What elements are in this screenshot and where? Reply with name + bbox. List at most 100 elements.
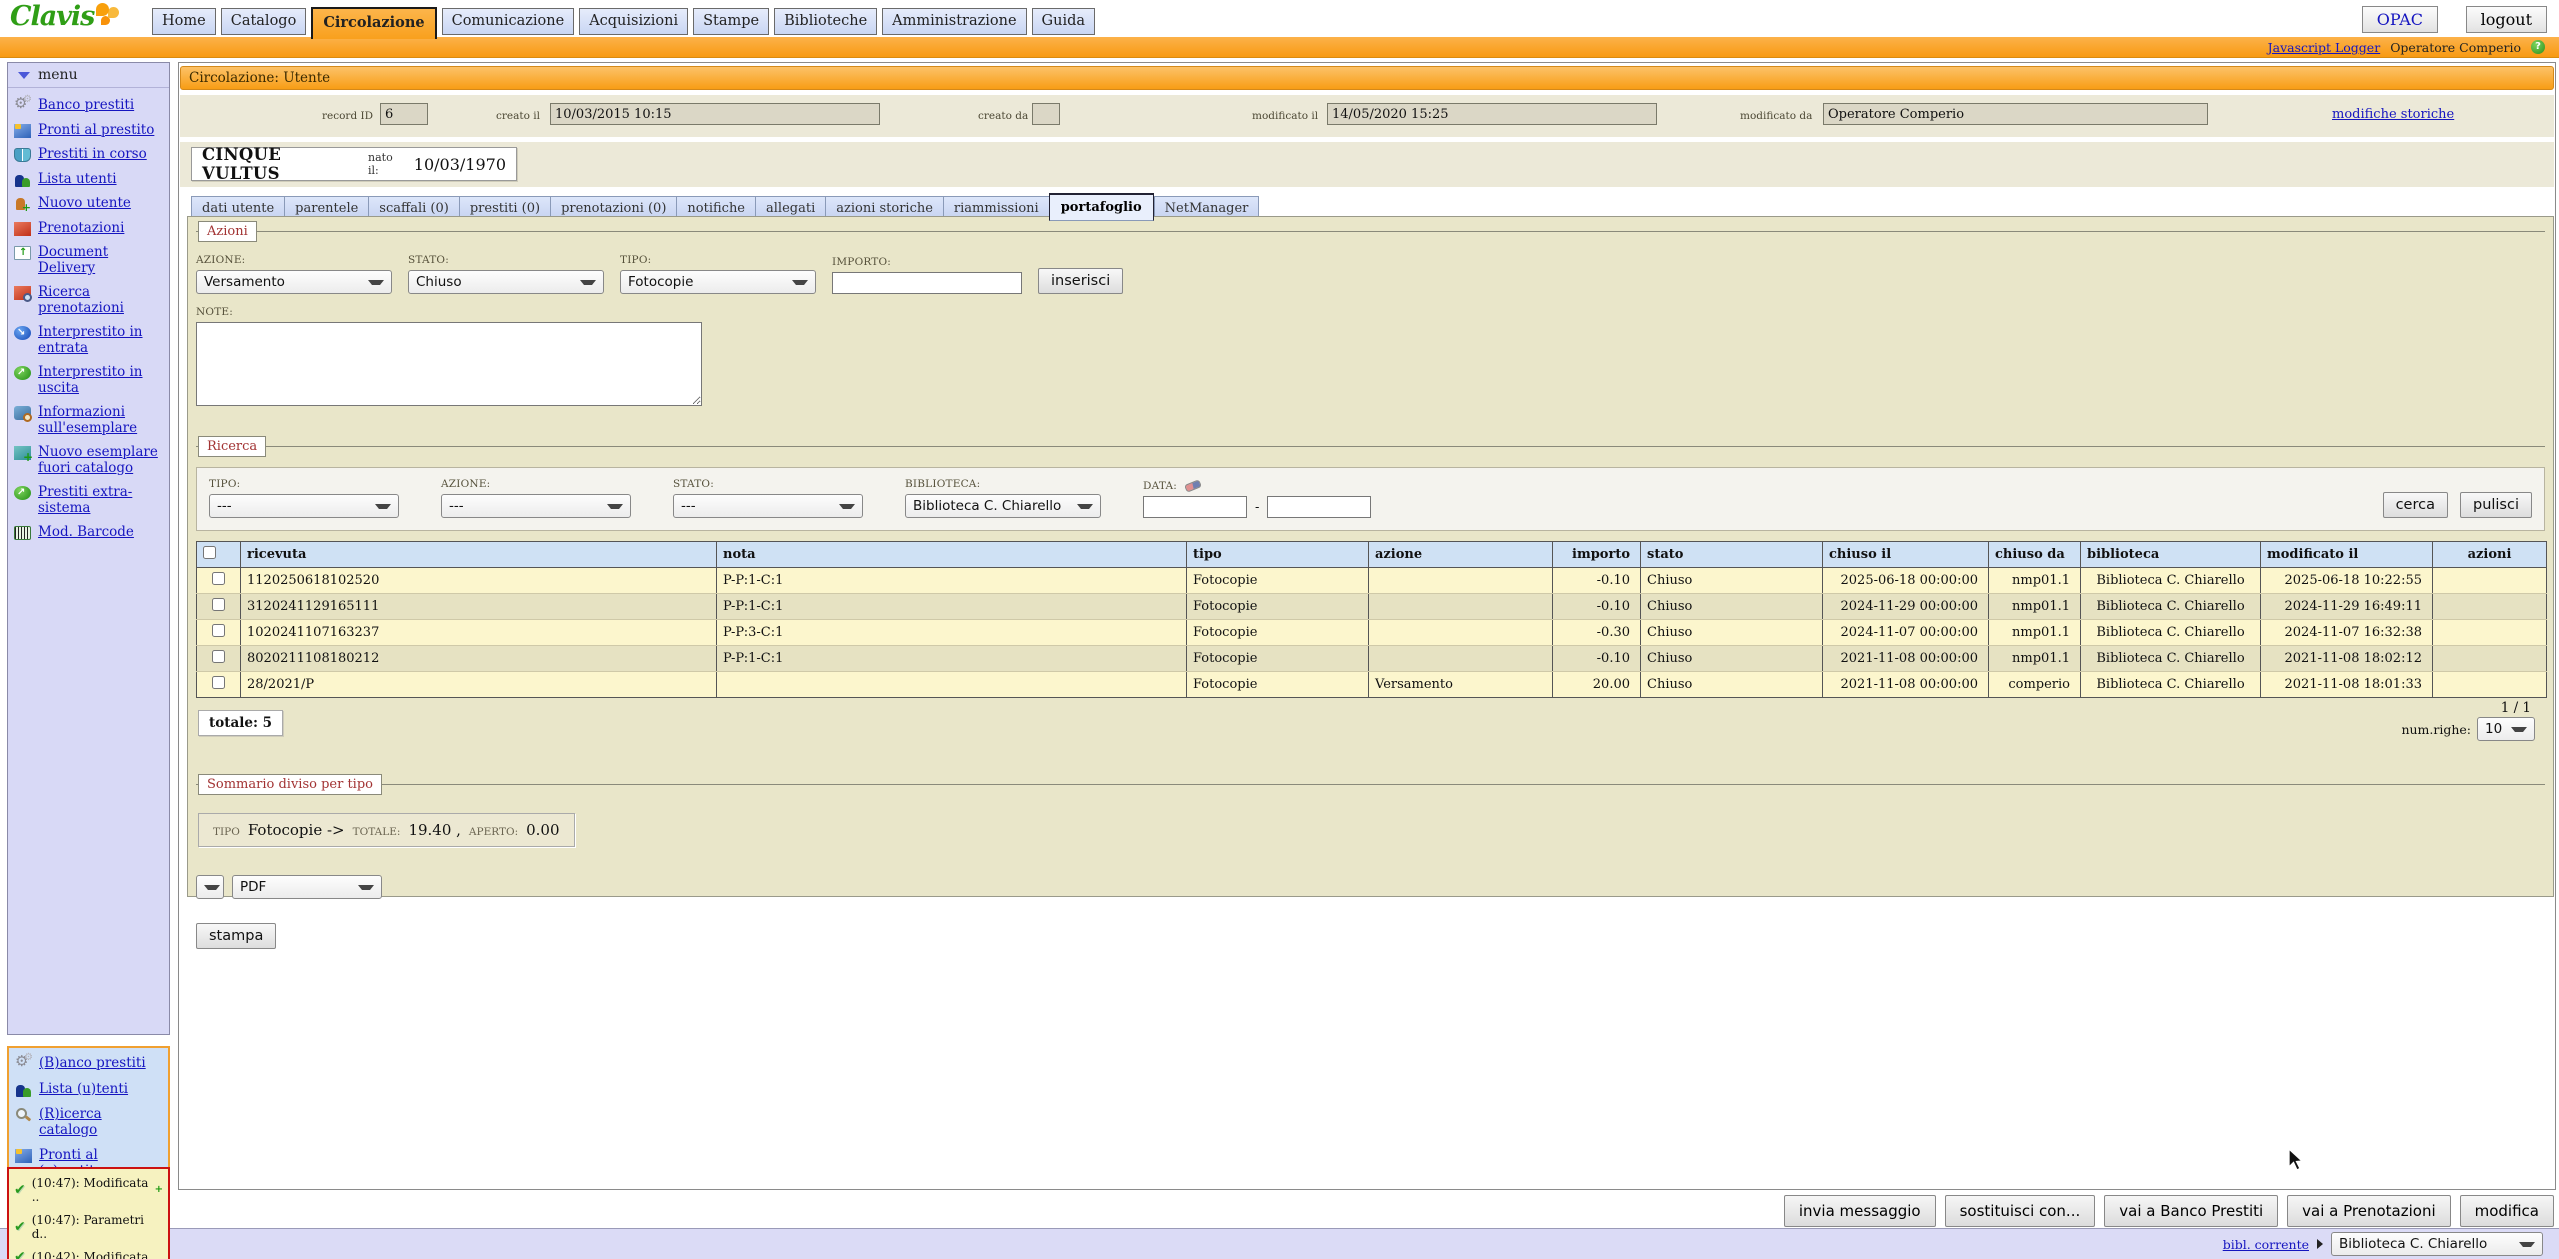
vai-a-banco-prestiti-button[interactable]: vai a Banco Prestiti (2104, 1195, 2278, 1227)
row-checkbox[interactable] (212, 598, 225, 611)
opac-button[interactable]: OPAC (2362, 6, 2438, 33)
inserisci-button[interactable]: inserisci (1038, 268, 1123, 294)
sidebar-menu-items: Banco prestiti Pronti al prestito Prestiti… (8, 88, 169, 541)
nav-tab-home[interactable]: Home (152, 8, 216, 35)
column-header-biblioteca[interactable]: biblioteca (2081, 542, 2261, 568)
column-header-ricevuta[interactable]: ricevuta (241, 542, 717, 568)
num-righe-select[interactable]: 10 (2477, 717, 2535, 741)
sommario-legend: Sommario diviso per tipo (198, 774, 382, 795)
cell-ricevuta: 3120241129165111 (241, 594, 717, 620)
row-checkbox[interactable] (212, 572, 225, 585)
column-header-chiuso-il[interactable]: chiuso il (1823, 542, 1989, 568)
record-id-field[interactable] (380, 103, 428, 125)
cell-azioni (2433, 594, 2547, 620)
sidebar-item-prestiti-in-corso[interactable]: Prestiti in corso (14, 147, 163, 163)
flower-icon (94, 3, 124, 29)
sidebar-item-label: Pronti al prestito (38, 123, 154, 139)
nav-tab-guida[interactable]: Guida (1032, 8, 1096, 35)
cell-chiuso-il: 2025-06-18 00:00:00 (1823, 568, 1989, 594)
nav-tab-acquisizioni[interactable]: Acquisizioni (579, 8, 688, 35)
nav-tab-comunicazione[interactable]: Comunicazione (442, 8, 575, 35)
creato-il-field[interactable] (550, 103, 880, 125)
column-header-nota[interactable]: nota (717, 542, 1187, 568)
user-add-icon (14, 197, 31, 211)
column-header-chiuso-da[interactable]: chiuso da (1989, 542, 2081, 568)
filtro-tipo-select[interactable]: --- (209, 494, 399, 518)
column-header-stato[interactable]: stato (1641, 542, 1823, 568)
invia-messaggio-button[interactable]: invia messaggio (1784, 1195, 1936, 1227)
sidebar-item-document-delivery[interactable]: Document Delivery (14, 245, 163, 276)
modifiche-storiche-link[interactable]: modifiche storiche (2332, 107, 2454, 122)
data-from-input[interactable] (1143, 496, 1247, 518)
column-header-azione[interactable]: azione (1369, 542, 1553, 568)
data-to-input[interactable] (1267, 496, 1371, 518)
sidebar-item-banco-prestiti[interactable]: Banco prestiti (14, 98, 163, 114)
creato-da-field[interactable] (1032, 103, 1060, 125)
select-all-checkbox[interactable] (203, 546, 216, 559)
vai-a-prenotazioni-button[interactable]: vai a Prenotazioni (2287, 1195, 2450, 1227)
notification-item[interactable]: ✔(10:42): Modificata .. (14, 1250, 163, 1259)
sidebar-item-nuovo-utente[interactable]: Nuovo utente (14, 196, 163, 212)
notification-item[interactable]: ✔(10:47): Modificata ..+ (14, 1176, 163, 1204)
nav-tab-stampe[interactable]: Stampe (693, 8, 769, 35)
logout-button[interactable]: logout (2466, 6, 2547, 33)
sidebar-item-prestiti-extra-sistema[interactable]: Prestiti extra-sistema (14, 485, 163, 516)
note-textarea[interactable] (196, 322, 702, 406)
filtro-azione-select[interactable]: --- (441, 494, 631, 518)
cerca-button[interactable]: cerca (2383, 492, 2448, 518)
modificato-il-field[interactable] (1327, 103, 1657, 125)
bibl-corrente-link[interactable]: bibl. corrente (2223, 1237, 2309, 1252)
azione-select[interactable]: Versamento (196, 270, 392, 294)
page-title: Circolazione: Utente (180, 66, 2554, 90)
sidebar-item-interprestito-in-entrata[interactable]: Interprestito in entrata (14, 325, 163, 356)
filtro-biblioteca-select[interactable]: Biblioteca C. Chiarello (905, 494, 1101, 518)
creato-da-label: creato da (978, 110, 1028, 122)
cell-ricevuta: 28/2021/P (241, 672, 717, 698)
pulisci-button[interactable]: pulisci (2460, 492, 2532, 518)
export-extra-select[interactable] (196, 875, 224, 899)
nav-tab-circolazione[interactable]: Circolazione (311, 7, 436, 39)
nav-tab-amministrazione[interactable]: Amministrazione (882, 8, 1026, 35)
gears-icon (15, 1057, 32, 1071)
filtro-stato-select[interactable]: --- (673, 494, 863, 518)
column-header-modificato-il[interactable]: modificato il (2261, 542, 2433, 568)
column-header-azioni[interactable]: azioni (2433, 542, 2547, 568)
biblioteca-corrente-select[interactable]: Biblioteca C. Chiarello (2331, 1232, 2543, 1256)
column-header-tipo[interactable]: tipo (1187, 542, 1369, 568)
sidebar-item-interprestito-in-uscita[interactable]: Interprestito in uscita (14, 365, 163, 396)
tab-portafoglio[interactable]: portafoglio (1049, 193, 1154, 221)
tipo-select[interactable]: Fotocopie (620, 270, 816, 294)
sidebar-item-nuovo-esemplare-fuori-catalogo[interactable]: Nuovo esemplare fuori catalogo (14, 445, 163, 476)
stampa-button[interactable]: stampa (196, 923, 276, 949)
filtro-azione-group: AZIONE: --- (441, 478, 631, 518)
sidebar-menu-header[interactable]: menu (8, 63, 169, 88)
nav-tab-catalogo[interactable]: Catalogo (221, 8, 307, 35)
sidebar-item-b-anco-prestiti[interactable]: (B)anco prestiti (15, 1056, 162, 1072)
sostituisci-con-button[interactable]: sostituisci con... (1945, 1195, 2096, 1227)
javascript-logger-link[interactable]: Javascript Logger (2268, 40, 2381, 55)
nav-tab-biblioteche[interactable]: Biblioteche (774, 8, 877, 35)
help-icon[interactable]: ? (2531, 40, 2545, 54)
eraser-icon[interactable] (1184, 479, 1202, 492)
notification-item[interactable]: ✔(10:47): Parametri d.. (14, 1213, 163, 1241)
export-format-select[interactable]: PDF (232, 875, 382, 899)
sidebar-item-r-icerca-catalogo[interactable]: (R)icerca catalogo (15, 1107, 162, 1138)
row-checkbox[interactable] (212, 676, 225, 689)
sidebar-item-lista-u-tenti[interactable]: Lista (u)tenti (15, 1082, 162, 1098)
sidebar-item-informazioni-sull-esemplare[interactable]: Informazioni sull'esemplare (14, 405, 163, 436)
chevron-down-icon (607, 504, 623, 509)
modificato-da-field[interactable] (1823, 103, 2208, 125)
stato-select[interactable]: Chiuso (408, 270, 604, 294)
sidebar-item-mod-barcode[interactable]: Mod. Barcode (14, 525, 163, 541)
sidebar-item-ricerca-prenotazioni[interactable]: Ricerca prenotazioni (14, 285, 163, 316)
chevron-down-icon (580, 280, 596, 285)
column-header-importo[interactable]: importo (1553, 542, 1641, 568)
record-id-label: record ID (322, 110, 373, 122)
sidebar-item-prenotazioni[interactable]: Prenotazioni (14, 221, 163, 237)
sidebar-item-pronti-al-prestito[interactable]: Pronti al prestito (14, 123, 163, 139)
row-checkbox[interactable] (212, 624, 225, 637)
modifica-button[interactable]: modifica (2460, 1195, 2554, 1227)
sidebar-item-lista-utenti[interactable]: Lista utenti (14, 172, 163, 188)
row-checkbox[interactable] (212, 650, 225, 663)
importo-input[interactable] (832, 272, 1022, 294)
